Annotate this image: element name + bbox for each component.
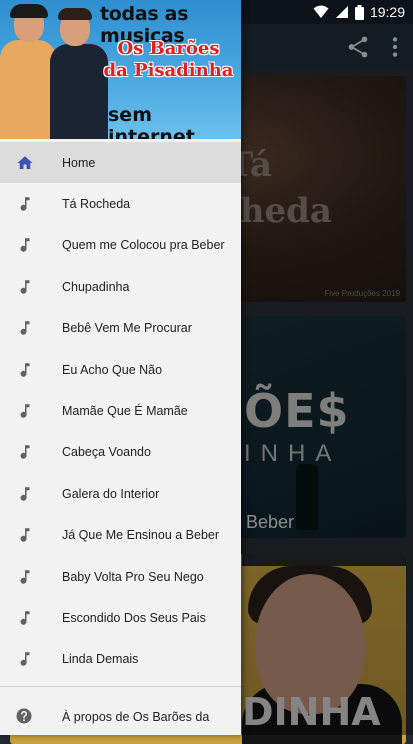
menu-item-song[interactable]: Cabeça Voando	[0, 432, 241, 473]
music-note-icon	[20, 362, 30, 377]
drawer-header: todas as musicas Os Barões da Pisadinha …	[0, 0, 241, 139]
menu-item-label: Quem me Colocou pra Beber	[62, 238, 225, 253]
music-note-icon	[20, 445, 30, 460]
menu-item-song[interactable]: Tá Rocheda	[0, 183, 241, 224]
header-subtitle: sem internet	[108, 104, 195, 139]
artist-photo	[58, 8, 92, 20]
menu-item-label: Bebê Vem Me Procurar	[62, 321, 192, 336]
music-note-icon	[20, 487, 30, 501]
menu-item-label: Linda Demais	[62, 652, 139, 667]
music-note-icon	[20, 197, 30, 211]
menu-item-label: Eu Acho Que Não	[62, 362, 163, 377]
menu-item-song[interactable]: Quem me Colocou pra Beber	[0, 225, 241, 266]
navigation-drawer: todas as musicas Os Barões da Pisadinha …	[0, 0, 241, 735]
menu-item-song[interactable]: Eu Acho Que Não	[0, 349, 241, 390]
menu-item-label: Galera do Interior	[62, 486, 160, 501]
menu-item-label: Chupadinha	[62, 279, 130, 294]
menu-item-label: Baby Volta Pro Seu Nego	[62, 569, 204, 584]
music-note-icon	[20, 238, 30, 253]
menu-item-song[interactable]: Linda Demais	[0, 639, 241, 680]
menu-item-about[interactable]: À propos de Os Barões da	[0, 697, 241, 735]
artist-photo	[10, 4, 48, 18]
menu-divider	[0, 686, 241, 687]
music-note-icon	[20, 569, 30, 584]
menu-item-song[interactable]: Mamãe Que É Mamãe	[0, 390, 241, 431]
menu-item-song[interactable]: Galera do Interior	[0, 473, 241, 514]
menu-item-label: Cabeça Voando	[62, 445, 151, 460]
music-note-icon	[20, 611, 30, 625]
header-band-name: Os Barões da Pisadinha	[103, 38, 234, 81]
menu-item-label: Tá Rocheda	[62, 197, 131, 212]
music-note-icon	[20, 652, 30, 667]
help-icon	[16, 708, 32, 724]
status-time: 19:29	[369, 4, 405, 20]
music-note-icon	[20, 280, 30, 294]
battery-icon	[354, 4, 364, 20]
music-note-icon	[20, 404, 30, 418]
artist-photo	[0, 40, 56, 139]
music-note-icon	[20, 321, 30, 336]
menu-item-song[interactable]: Já Que Me Ensinou a Beber	[0, 515, 241, 556]
menu-item-label: Escondido Dos Seus Pais	[62, 610, 206, 625]
drawer-menu: Home Tá Rocheda Quem me Colocou pra Bebe…	[0, 142, 241, 680]
menu-item-song[interactable]: Bebê Vem Me Procurar	[0, 308, 241, 349]
menu-item-song[interactable]: Chupadinha	[0, 266, 241, 307]
cell-signal-icon	[335, 6, 348, 18]
about-label: À propos de Os Barões da	[62, 710, 210, 724]
music-note-icon	[20, 528, 30, 542]
menu-item-label: Home	[62, 155, 96, 170]
home-icon	[17, 155, 33, 169]
menu-item-label: Já Que Me Ensinou a Beber	[62, 528, 220, 543]
menu-item-home[interactable]: Home	[0, 142, 241, 184]
status-icons: 19:29	[313, 3, 405, 21]
menu-item-label: Mamãe Que É Mamãe	[62, 404, 188, 419]
wifi-icon	[313, 5, 329, 18]
menu-item-song[interactable]: Baby Volta Pro Seu Nego	[0, 556, 241, 597]
menu-item-song[interactable]: Escondido Dos Seus Pais	[0, 597, 241, 638]
